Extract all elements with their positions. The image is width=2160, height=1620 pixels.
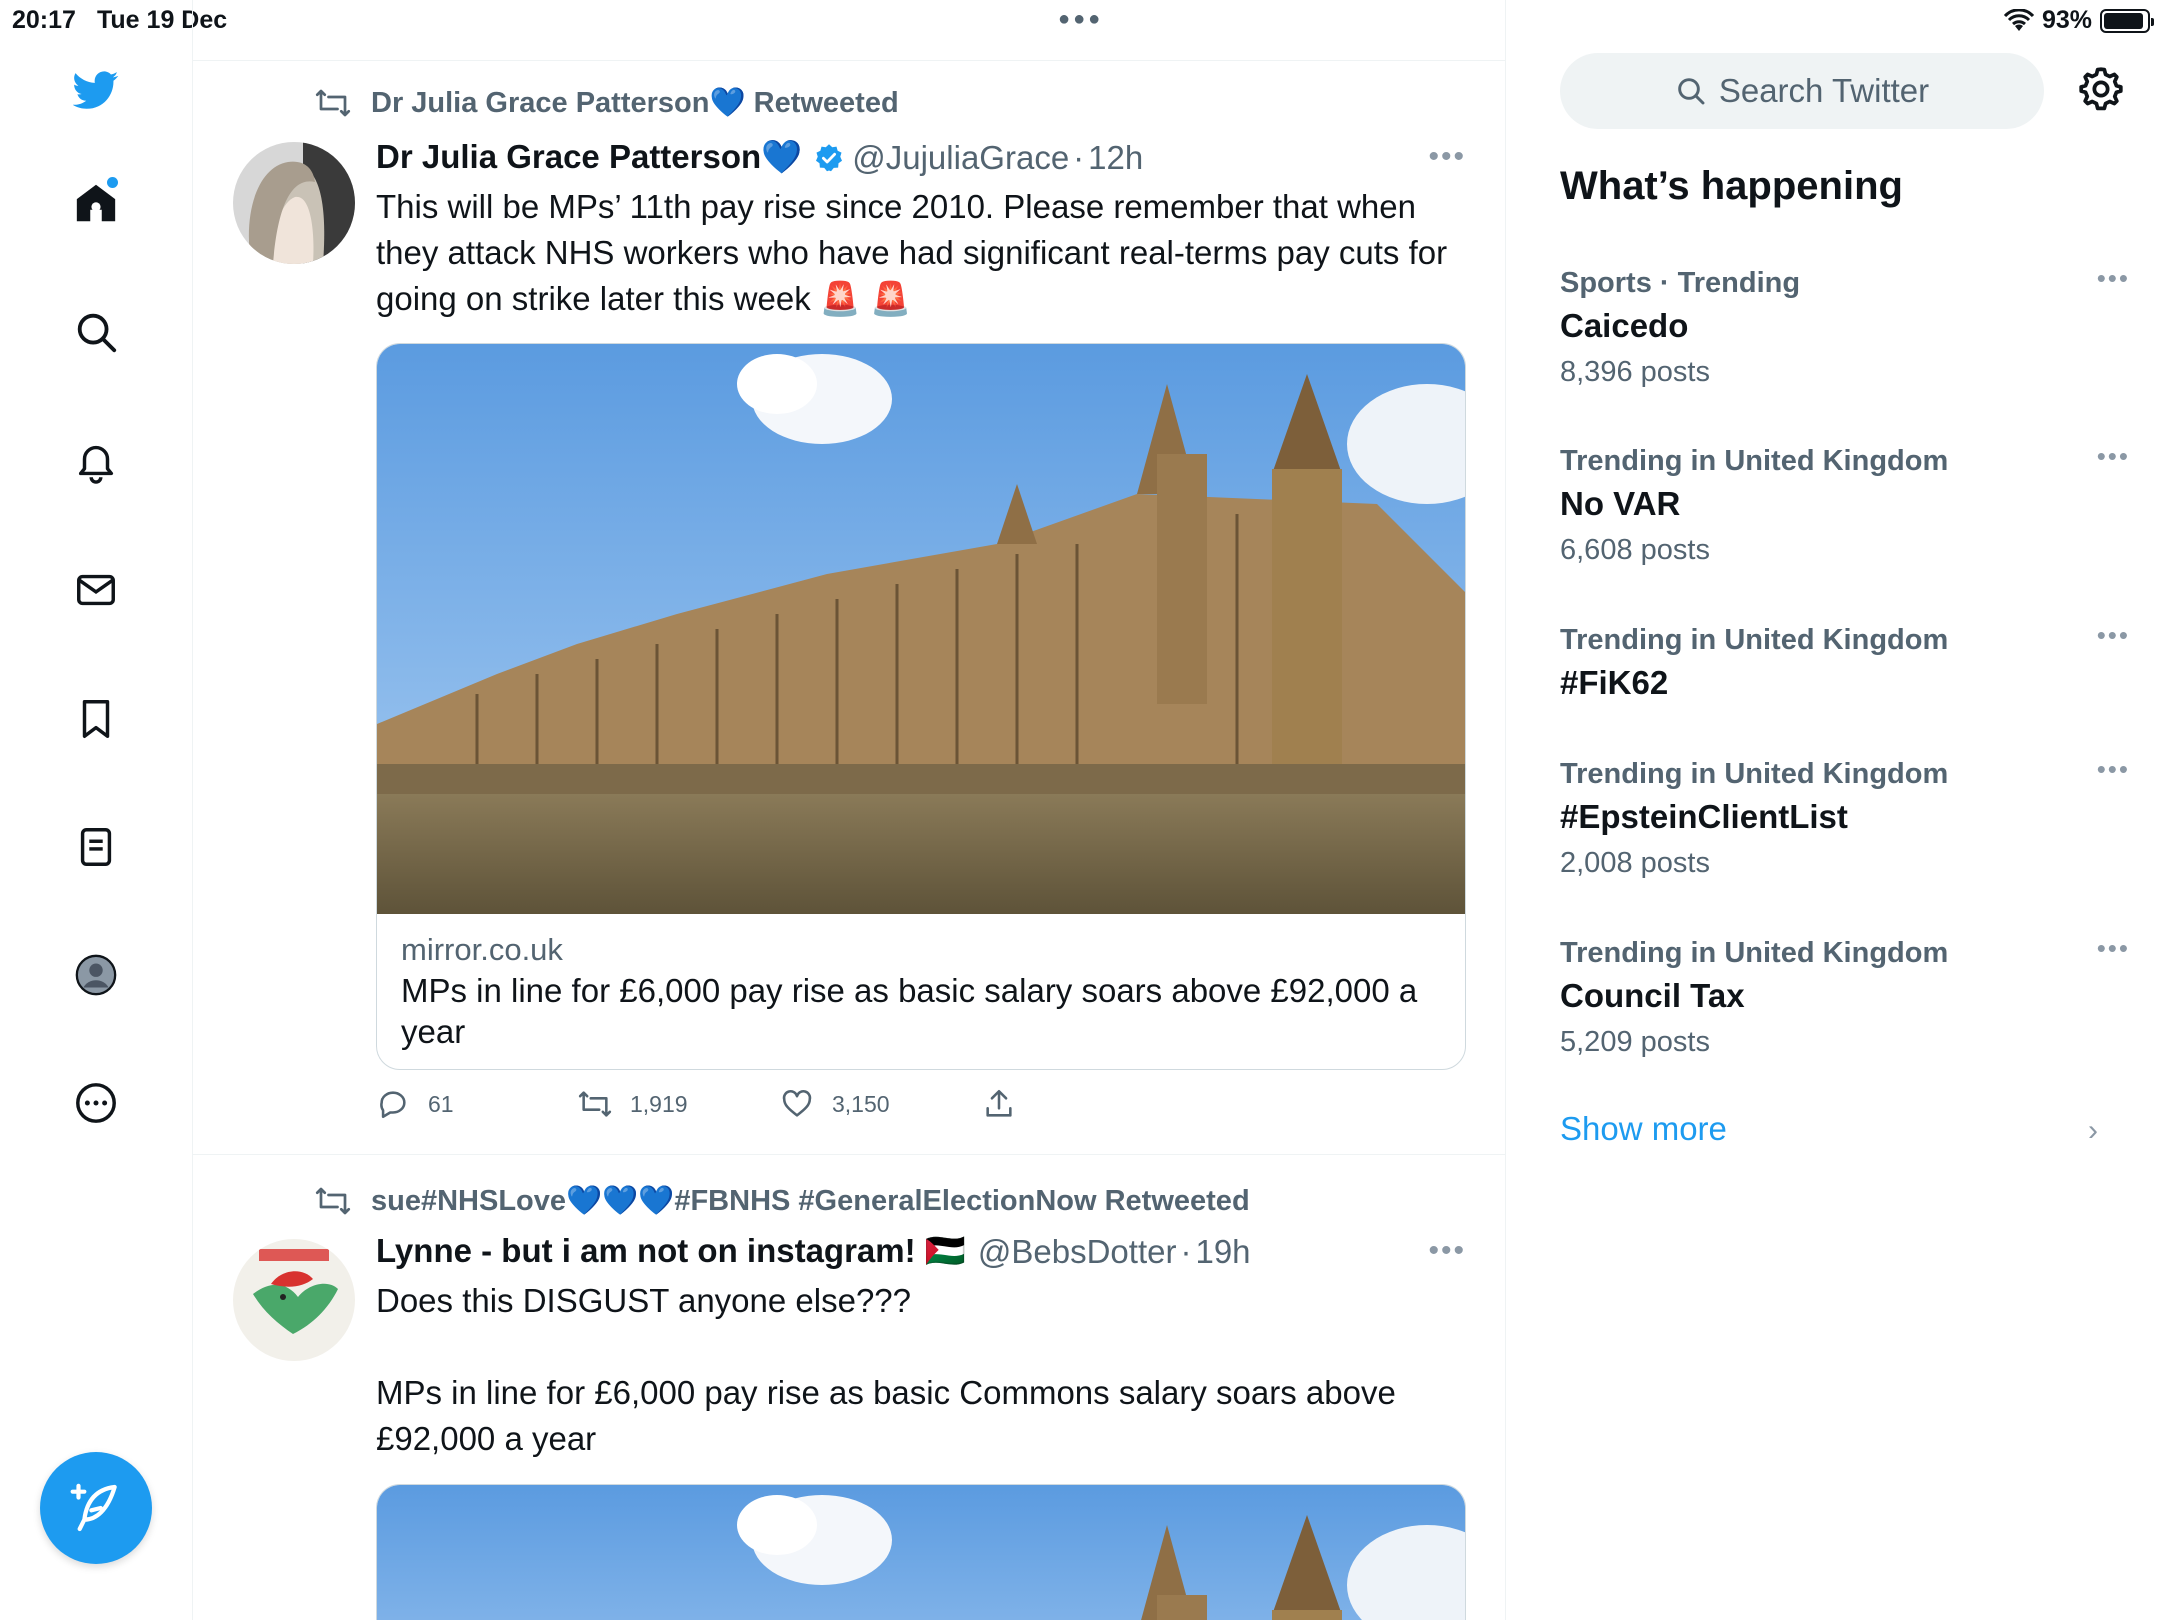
avatar[interactable] bbox=[233, 142, 355, 264]
tweet[interactable]: sue#NHSLove💙💙💙#FBNHS #GeneralElectionNow… bbox=[193, 1156, 1505, 1620]
like-button[interactable]: 3,150 bbox=[780, 1087, 982, 1121]
trend-name: #EpsteinClientList bbox=[1560, 798, 1848, 835]
card-image-parliament bbox=[377, 1485, 1465, 1620]
profile-avatar-icon[interactable] bbox=[66, 945, 126, 1005]
link-card[interactable] bbox=[376, 1484, 1466, 1620]
bookmark-icon[interactable] bbox=[66, 689, 126, 749]
author-name[interactable]: Dr Julia Grace Patterson💙 bbox=[376, 138, 802, 177]
trend-post-count: 5,209 posts bbox=[1560, 1026, 1710, 1058]
home-notification-dot bbox=[107, 177, 118, 188]
tweet[interactable]: Dr Julia Grace Patterson💙 Retweeted Dr J… bbox=[193, 60, 1505, 1155]
trend-post-count: 8,396 posts bbox=[1560, 356, 1710, 388]
chevron-right-icon[interactable]: › bbox=[2088, 1114, 2098, 1148]
gear-icon[interactable] bbox=[2076, 64, 2126, 114]
trend-name: Council Tax bbox=[1560, 977, 1745, 1014]
tweet-time[interactable]: 12h bbox=[1088, 139, 1143, 177]
tweet-header: Dr Julia Grace Patterson💙 @JujuliaGrace … bbox=[376, 138, 1143, 177]
retweet-context-text: sue#NHSLove💙💙💙#FBNHS #GeneralElectionNow… bbox=[371, 1185, 1250, 1217]
timeline: Dr Julia Grace Patterson💙 Retweeted Dr J… bbox=[193, 0, 1506, 1620]
avatar[interactable] bbox=[233, 1239, 355, 1361]
trend-more-icon[interactable]: ••• bbox=[2097, 933, 2130, 964]
retweet-context[interactable]: sue#NHSLove💙💙💙#FBNHS #GeneralElectionNow… bbox=[315, 1183, 1250, 1219]
trend-more-icon[interactable]: ••• bbox=[2097, 620, 2130, 651]
search-input[interactable]: Search Twitter bbox=[1560, 53, 2044, 129]
author-handle[interactable]: @JujuliaGrace bbox=[852, 139, 1069, 177]
heart-icon bbox=[782, 1090, 812, 1117]
trend-category: Sports · Trending bbox=[1560, 267, 1801, 299]
separator-dot: · bbox=[1180, 1232, 1192, 1270]
home-icon[interactable] bbox=[66, 173, 126, 233]
search-icon[interactable] bbox=[66, 302, 126, 362]
author-name[interactable]: Lynne - but i am not on instagram! 🇵🇸 bbox=[376, 1232, 966, 1271]
right-sidebar: Search Twitter What’s happening Sports ·… bbox=[1506, 0, 2160, 1620]
lists-icon[interactable] bbox=[66, 817, 126, 877]
retweet-context-text: Dr Julia Grace Patterson💙 Retweeted bbox=[371, 87, 899, 119]
messages-envelope-icon[interactable] bbox=[66, 560, 126, 620]
trend-name: No VAR bbox=[1560, 485, 1681, 522]
retweet-count: 1,919 bbox=[630, 1090, 688, 1117]
share-button[interactable] bbox=[982, 1087, 1184, 1121]
left-navigation bbox=[0, 0, 193, 1620]
tweet-more-icon[interactable]: ••• bbox=[1428, 140, 1466, 174]
trend-more-icon[interactable]: ••• bbox=[2097, 263, 2130, 294]
link-card[interactable]: mirror.co.uk MPs in line for £6,000 pay … bbox=[376, 343, 1466, 1070]
tweet-actions: 61 1,919 3,150 bbox=[376, 1087, 1184, 1121]
tweet-header: Lynne - but i am not on instagram! 🇵🇸 @B… bbox=[376, 1232, 1251, 1271]
reply-button[interactable]: 61 bbox=[376, 1087, 578, 1121]
show-more-link[interactable]: Show more bbox=[1560, 1110, 1727, 1148]
tweet-more-icon[interactable]: ••• bbox=[1428, 1234, 1466, 1268]
compose-plus-feather-icon bbox=[70, 1483, 117, 1532]
search-icon bbox=[1678, 78, 1705, 105]
trend-item[interactable]: Trending in United Kingdom Council Tax 5… bbox=[1560, 933, 2128, 1065]
twitter-bird-icon[interactable] bbox=[66, 60, 126, 120]
tweet-text-line-2: MPs in line for £6,000 pay rise as basic… bbox=[376, 1374, 1396, 1457]
verified-badge-icon bbox=[816, 143, 843, 171]
trend-category: Trending in United Kingdom bbox=[1560, 758, 1949, 790]
card-image-parliament bbox=[377, 344, 1465, 914]
author-handle[interactable]: @BebsDotter bbox=[978, 1233, 1177, 1271]
trend-category: Trending in United Kingdom bbox=[1560, 624, 1949, 656]
trend-post-count: 2,008 posts bbox=[1560, 847, 1710, 879]
retweet-icon bbox=[315, 1187, 351, 1215]
retweet-context[interactable]: Dr Julia Grace Patterson💙 Retweeted bbox=[315, 85, 899, 121]
trend-item[interactable]: Trending in United Kingdom #EpsteinClien… bbox=[1560, 754, 2128, 886]
whats-happening-heading: What’s happening bbox=[1560, 164, 1903, 208]
trend-more-icon[interactable]: ••• bbox=[2097, 754, 2130, 785]
search-placeholder: Search Twitter bbox=[1718, 72, 1930, 109]
trend-post-count: 6,608 posts bbox=[1560, 534, 1710, 566]
retweet-icon bbox=[578, 1091, 612, 1117]
retweet-button[interactable]: 1,919 bbox=[578, 1087, 780, 1121]
card-title: MPs in line for £6,000 pay rise as basic… bbox=[401, 972, 1418, 1050]
retweet-icon bbox=[315, 89, 351, 117]
trend-more-icon[interactable]: ••• bbox=[2097, 441, 2130, 472]
more-options-icon[interactable] bbox=[66, 1073, 126, 1133]
reply-count: 61 bbox=[428, 1090, 454, 1117]
tweet-text-line-1: Does this DISGUST anyone else??? bbox=[376, 1282, 912, 1319]
separator-dot: · bbox=[1073, 138, 1085, 176]
trend-category: Trending in United Kingdom bbox=[1560, 937, 1949, 969]
trend-category: Trending in United Kingdom bbox=[1560, 445, 1949, 477]
trend-item[interactable]: Sports · Trending Caicedo 8,396 posts ••… bbox=[1560, 263, 2128, 395]
card-domain: mirror.co.uk bbox=[401, 932, 563, 967]
tweet-text: This will be MPs’ 11th pay rise since 20… bbox=[376, 188, 1448, 317]
tweet-time[interactable]: 19h bbox=[1195, 1233, 1250, 1271]
notifications-bell-icon[interactable] bbox=[66, 431, 126, 491]
share-icon bbox=[986, 1089, 1012, 1117]
trend-name: Caicedo bbox=[1560, 307, 1689, 344]
compose-tweet-button[interactable] bbox=[40, 1452, 152, 1564]
like-count: 3,150 bbox=[832, 1090, 890, 1117]
reply-icon bbox=[380, 1091, 406, 1119]
trend-name: #FiK62 bbox=[1560, 664, 1669, 701]
trend-item[interactable]: Trending in United Kingdom #FiK62 ••• bbox=[1560, 620, 2128, 706]
trend-item[interactable]: Trending in United Kingdom No VAR 6,608 … bbox=[1560, 441, 2128, 573]
